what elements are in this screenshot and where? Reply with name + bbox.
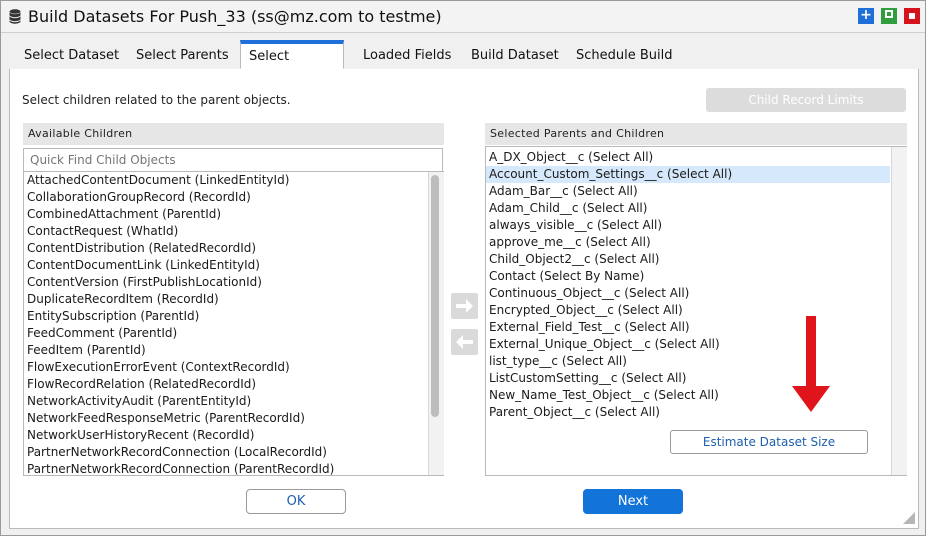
tab-build-dataset[interactable]: Build Dataset (471, 41, 559, 69)
list-item[interactable]: CollaborationGroupRecord (RecordId) (24, 189, 427, 206)
list-item[interactable]: AttachedContentDocument (LinkedEntityId) (24, 172, 427, 189)
list-item[interactable]: FlowExecutionErrorEvent (ContextRecordId… (24, 359, 427, 376)
title-bar: Build Datasets For Push_33 (ss@mz.com to… (1, 1, 925, 33)
list-item[interactable]: Adam_Bar__c (Select All) (486, 183, 890, 200)
red-arrow-annotation (792, 316, 830, 412)
arrow-left-icon (456, 335, 473, 349)
tab-select-parents[interactable]: Select Parents (136, 41, 229, 69)
list-item[interactable]: ContentDistribution (RelatedRecordId) (24, 240, 427, 257)
database-icon (9, 9, 21, 24)
tab-panel: Select children related to the parent ob… (9, 69, 919, 529)
selected-list: A_DX_Object__c (Select All) Account_Custo… (485, 146, 907, 476)
next-button[interactable]: Next (583, 489, 683, 514)
list-item[interactable]: NetworkUserHistoryRecent (RecordId) (24, 427, 427, 444)
list-item[interactable]: PartnerNetworkRecordConnection (LocalRec… (24, 444, 427, 461)
list-item[interactable]: CombinedAttachment (ParentId) (24, 206, 427, 223)
maximize-icon[interactable] (881, 8, 897, 24)
list-item[interactable]: FlowRecordRelation (RelatedRecordId) (24, 376, 427, 393)
available-scrollbar[interactable] (428, 172, 444, 475)
list-item[interactable]: always_visible__c (Select All) (486, 217, 890, 234)
quick-find-input[interactable] (23, 148, 443, 172)
ok-button[interactable]: OK (246, 489, 346, 514)
instruction-text: Select children related to the parent ob… (22, 93, 291, 107)
available-children-list: AttachedContentDocument (LinkedEntityId)… (23, 171, 444, 476)
list-item[interactable]: Continuous_Object__c (Select All) (486, 285, 890, 302)
tab-select-dataset[interactable]: Select Dataset (24, 41, 119, 69)
add-child-button[interactable] (451, 293, 478, 319)
plus-icon[interactable]: + (858, 8, 874, 24)
tab-loaded-fields[interactable]: Loaded Fields (363, 41, 451, 69)
list-item[interactable]: Account_Custom_Settings__c (Select All) (486, 166, 890, 183)
child-record-limits-button[interactable]: Child Record Limits (706, 88, 906, 112)
list-item[interactable]: A_DX_Object__c (Select All) (486, 149, 890, 166)
remove-child-button[interactable] (451, 329, 478, 355)
list-item[interactable]: NetworkActivityAudit (ParentEntityId) (24, 393, 427, 410)
scrollbar-thumb[interactable] (431, 175, 439, 417)
list-item[interactable]: approve_me__c (Select All) (486, 234, 890, 251)
tab-schedule-build[interactable]: Schedule Build (576, 41, 673, 69)
list-item[interactable]: Contact (Select By Name) (486, 268, 890, 285)
estimate-dataset-size-button[interactable]: Estimate Dataset Size (670, 430, 868, 454)
available-children-header: Available Children (23, 123, 444, 145)
list-item[interactable]: ContentDocumentLink (LinkedEntityId) (24, 257, 427, 274)
tab-select-children[interactable]: Select Children (240, 40, 344, 90)
arrow-right-icon (456, 299, 473, 313)
selected-header: Selected Parents and Children (485, 123, 907, 145)
list-item[interactable]: PartnerNetworkRecordConnection (ParentRe… (24, 461, 427, 475)
list-item[interactable]: ContentVersion (FirstPublishLocationId) (24, 274, 427, 291)
resize-grip-icon[interactable] (902, 511, 916, 525)
list-item[interactable]: FeedItem (ParentId) (24, 342, 427, 359)
list-item[interactable]: DuplicateRecordItem (RecordId) (24, 291, 427, 308)
window-title: Build Datasets For Push_33 (ss@mz.com to… (28, 7, 442, 26)
list-item[interactable]: ContactRequest (WhatId) (24, 223, 427, 240)
close-icon[interactable] (904, 8, 920, 24)
list-item[interactable]: FeedComment (ParentId) (24, 325, 427, 342)
selected-scrollbar[interactable] (891, 147, 907, 475)
list-item[interactable]: Adam_Child__c (Select All) (486, 200, 890, 217)
list-item[interactable]: EntitySubscription (ParentId) (24, 308, 427, 325)
dialog-window: Build Datasets For Push_33 (ss@mz.com to… (0, 0, 926, 536)
tab-bar: Select Dataset Select Parents Select Chi… (9, 40, 919, 90)
list-item[interactable]: Child_Object2__c (Select All) (486, 251, 890, 268)
list-item[interactable]: NetworkFeedResponseMetric (ParentRecordI… (24, 410, 427, 427)
